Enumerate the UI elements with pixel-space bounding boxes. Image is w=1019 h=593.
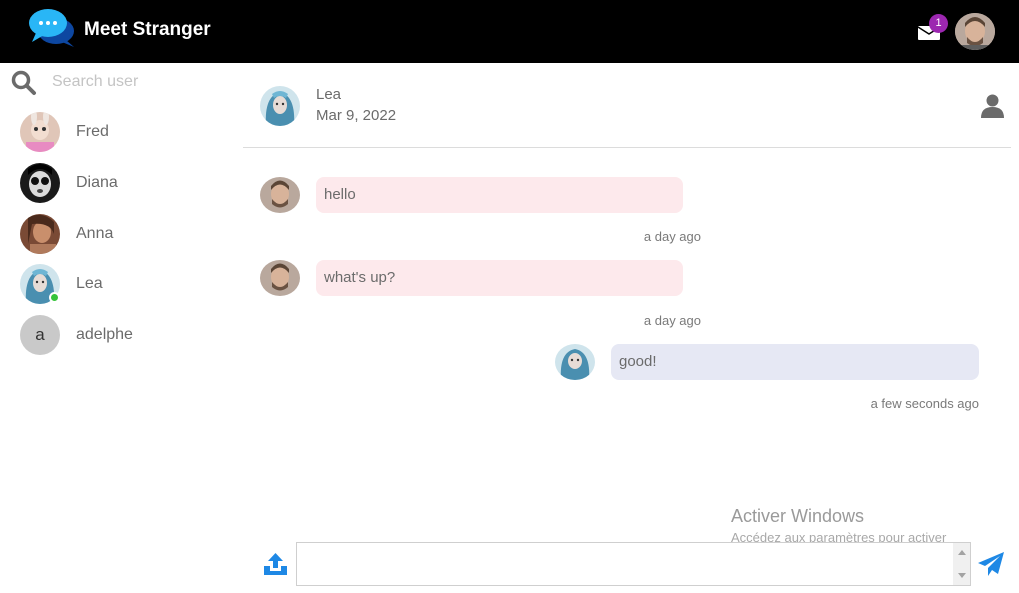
- avatar: [20, 163, 60, 203]
- composer-scrollbar[interactable]: [953, 543, 970, 585]
- app-title: Meet Stranger: [84, 19, 211, 40]
- letter-avatar: a: [20, 315, 60, 355]
- online-status-dot: [49, 292, 60, 303]
- message-input[interactable]: [297, 543, 953, 585]
- windows-watermark-title: Activer Windows: [731, 506, 865, 526]
- contact-date: Mar 9, 2022: [316, 107, 397, 124]
- message-bubble: what's up?: [316, 260, 683, 296]
- top-bar: Meet Stranger 1: [0, 0, 1019, 63]
- sender-avatar: [260, 177, 300, 213]
- user-name: Diana: [76, 174, 118, 191]
- search-icon: [11, 70, 36, 95]
- sidebar-item-diana[interactable]: Diana: [0, 159, 243, 207]
- search-user-input[interactable]: [52, 71, 232, 93]
- user-name: Anna: [76, 225, 114, 242]
- profile-user-icon[interactable]: [981, 94, 1004, 118]
- scroll-up-arrow-icon[interactable]: [958, 550, 966, 555]
- sidebar-item-fred[interactable]: Fred: [0, 108, 243, 156]
- mail-count-badge: 1: [929, 14, 948, 33]
- scroll-down-arrow-icon[interactable]: [958, 573, 966, 578]
- contact-avatar: [260, 86, 300, 126]
- user-name: Lea: [76, 275, 103, 292]
- chat-bubbles-logo-icon: [29, 9, 74, 47]
- avatar: [20, 112, 60, 152]
- sender-avatar: [555, 344, 595, 380]
- sidebar-item-anna[interactable]: Anna: [0, 210, 243, 258]
- user-name: Fred: [76, 123, 109, 140]
- user-name: adelphe: [76, 326, 133, 343]
- send-icon[interactable]: [978, 552, 1004, 576]
- upload-icon[interactable]: [263, 552, 288, 576]
- avatar: [20, 214, 60, 254]
- sender-avatar: [260, 260, 300, 296]
- current-user-avatar[interactable]: [955, 13, 995, 50]
- sidebar-item-lea[interactable]: Lea: [0, 260, 243, 308]
- chat-header-divider: [243, 147, 1011, 148]
- contact-name: Lea: [316, 86, 342, 103]
- message-timestamp: a few seconds ago: [870, 396, 979, 411]
- message-timestamp: a day ago: [643, 229, 701, 244]
- message-timestamp: a day ago: [643, 313, 701, 328]
- sidebar-item-adelphe[interactable]: a adelphe: [0, 311, 243, 359]
- message-bubble: good!: [611, 344, 979, 380]
- message-composer: [296, 542, 971, 586]
- message-bubble: hello: [316, 177, 683, 213]
